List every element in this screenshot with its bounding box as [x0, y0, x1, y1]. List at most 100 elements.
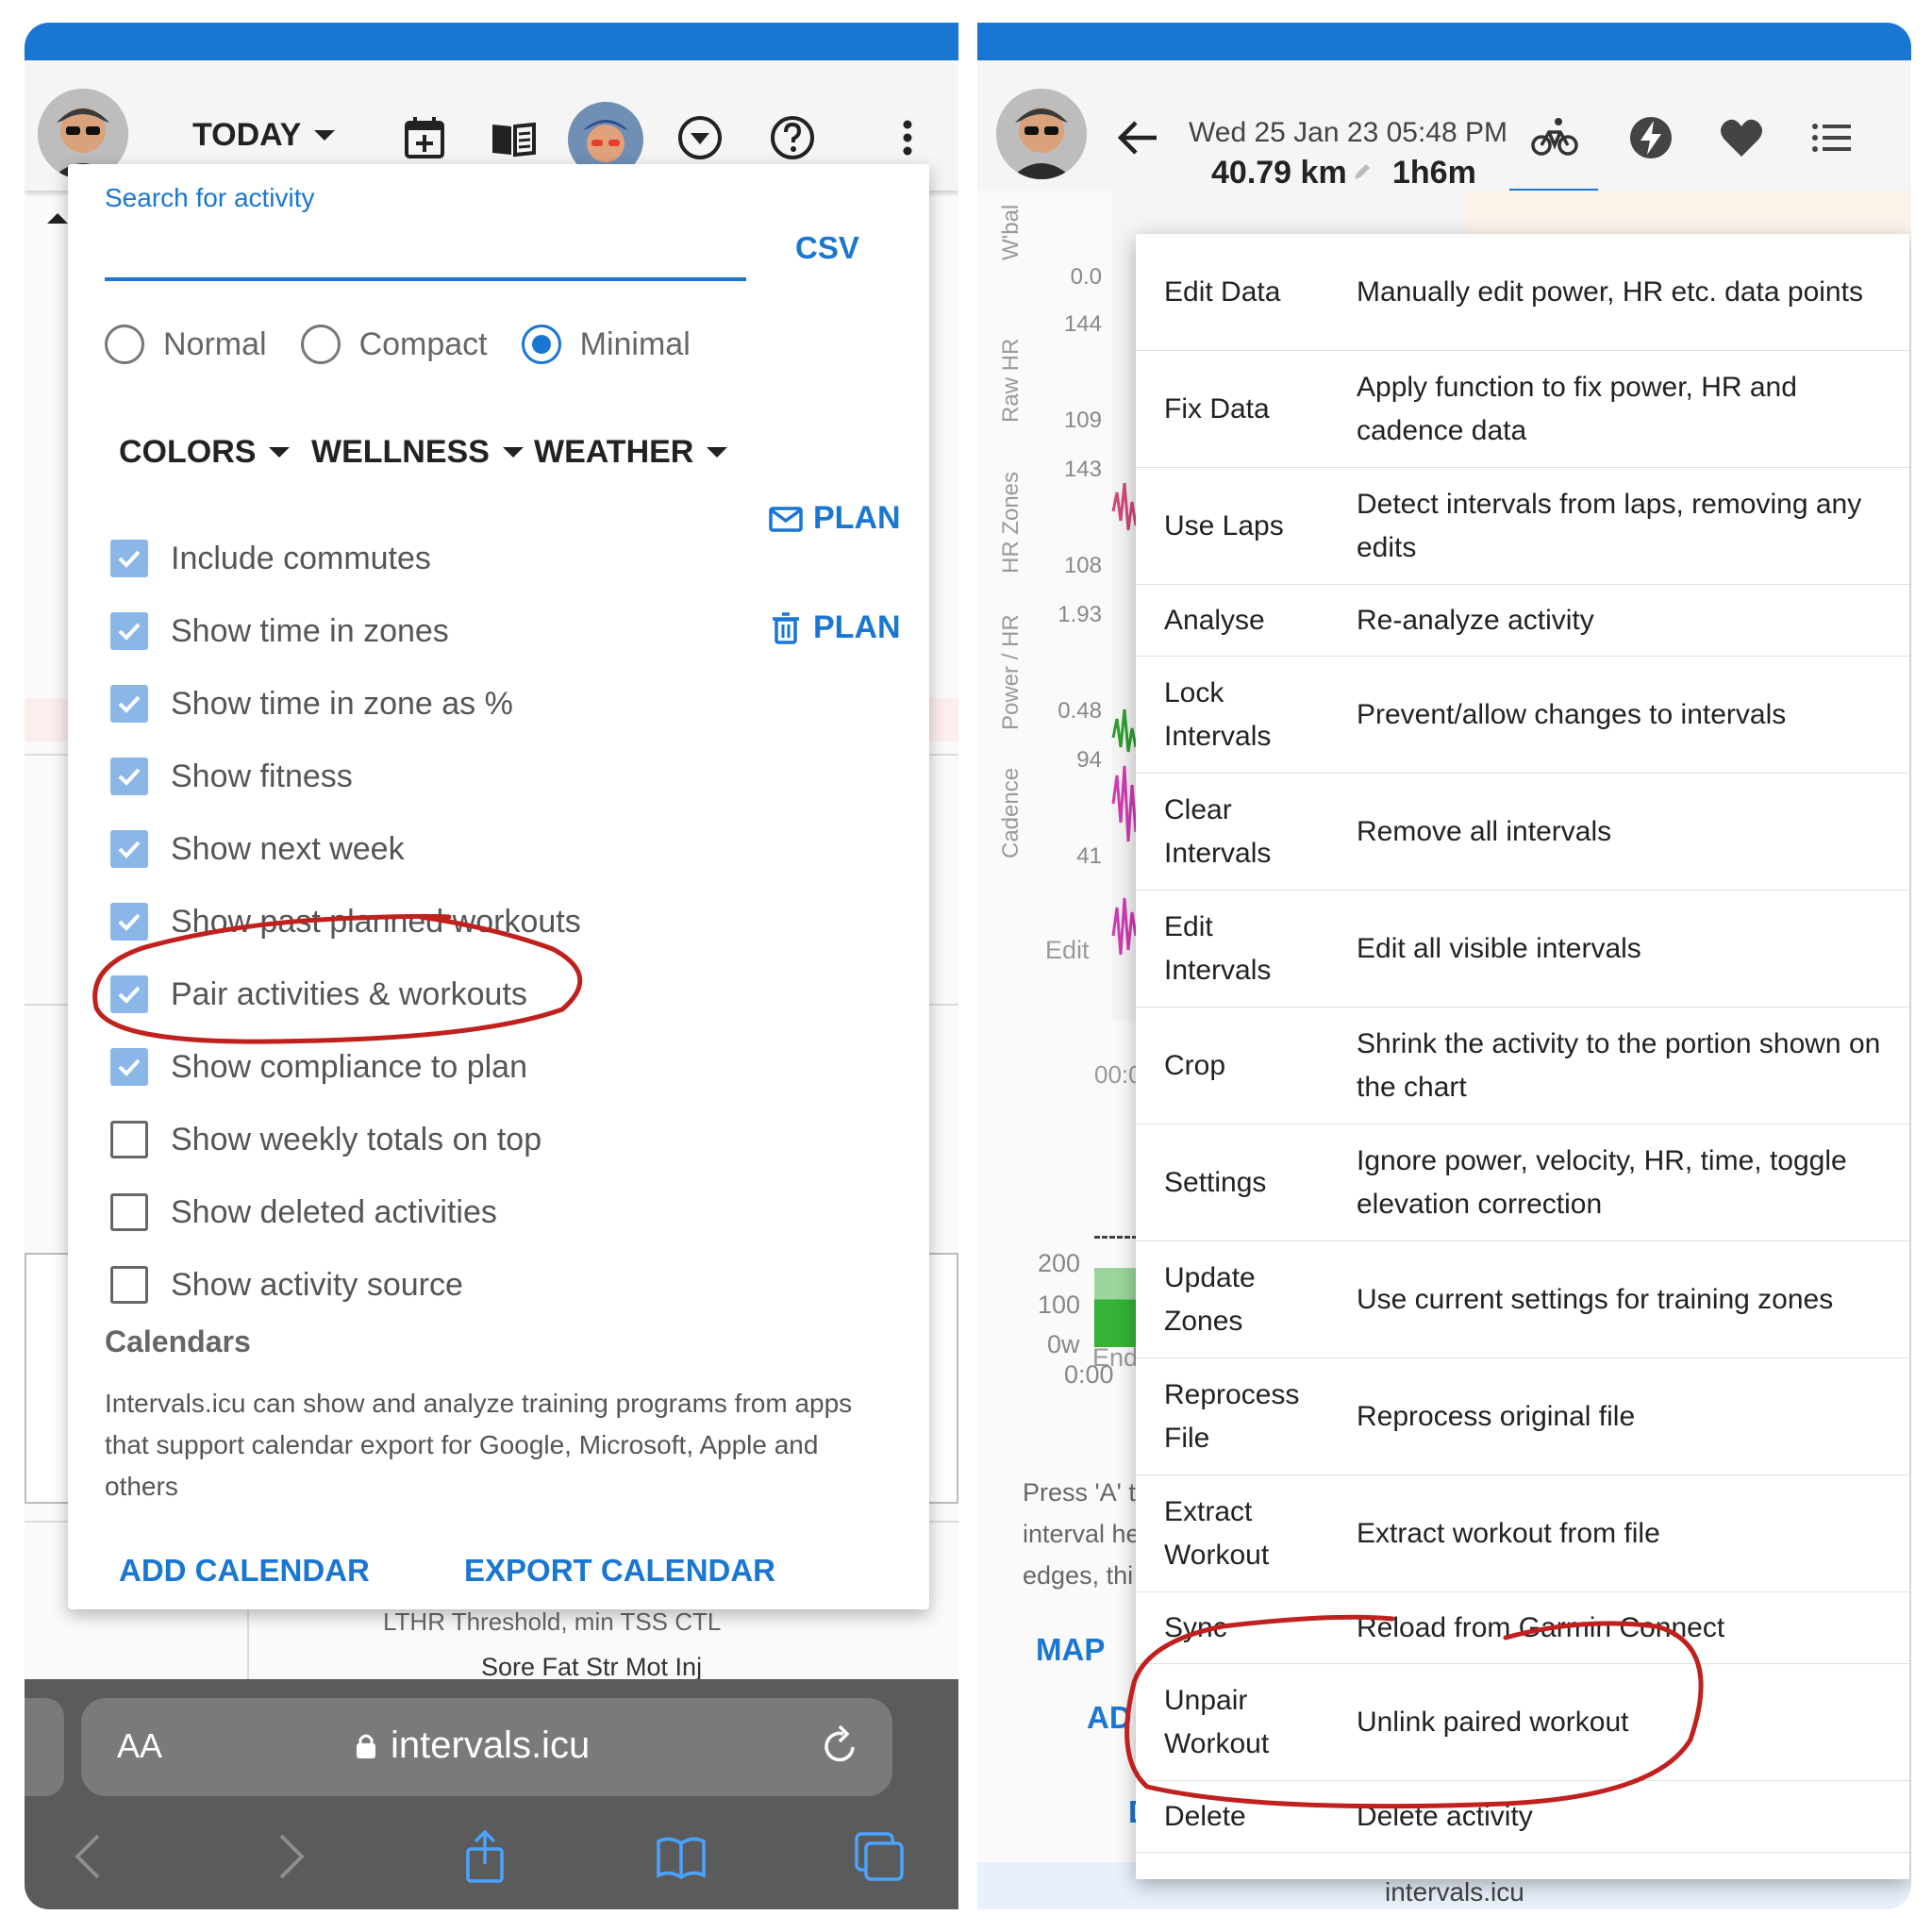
menu-item-description: Delete activity: [1357, 1801, 1533, 1832]
option-checkbox-row[interactable]: Show time in zones: [110, 612, 449, 650]
menu-item-label: Edit Data: [1164, 276, 1281, 308]
menu-item-label: Lock Intervals: [1164, 677, 1272, 752]
menu-item[interactable]: Reprocess File Reprocess original file: [1136, 1358, 1909, 1475]
status-bar: [25, 23, 958, 60]
search-input-label: Search for activity: [105, 183, 315, 212]
menu-item-description: Re-analyze activity: [1357, 605, 1594, 636]
list-icon[interactable]: [1806, 111, 1858, 164]
checkbox-checked-icon: [110, 685, 148, 723]
menu-item[interactable]: Fix Data Apply function to fix power, HR …: [1136, 351, 1909, 468]
axis-tick: 41: [1076, 843, 1102, 869]
tabs-icon[interactable]: [851, 1828, 908, 1885]
share-icon[interactable]: [457, 1828, 513, 1885]
filter-circle-icon[interactable]: [674, 111, 726, 164]
option-checkbox-row[interactable]: Include commutes: [110, 540, 431, 577]
back-arrow-icon[interactable]: [1111, 111, 1164, 164]
activity-datetime: Wed 25 Jan 23 05:48 PM: [1189, 117, 1507, 148]
export-calendar-button[interactable]: EXPORT CALENDAR: [464, 1553, 775, 1589]
radio-normal[interactable]: Normal: [105, 325, 267, 364]
menu-item[interactable]: Clear Intervals Remove all intervals: [1136, 774, 1909, 891]
option-checkbox-row[interactable]: Show next week: [110, 830, 405, 868]
menu-item[interactable]: Use Laps Detect intervals from laps, remo…: [1136, 468, 1909, 585]
edit-pencil-icon[interactable]: [1351, 160, 1374, 183]
option-label: Show time in zone as %: [171, 685, 513, 722]
add-event-icon[interactable]: [398, 111, 451, 164]
csv-button[interactable]: CSV: [795, 230, 859, 266]
menu-item-description: Detect intervals from laps, removing any…: [1357, 489, 1862, 563]
axis-tick: 108: [1063, 553, 1102, 578]
option-checkbox-row[interactable]: Show compliance to plan: [110, 1048, 527, 1086]
url-text: intervals.icu: [391, 1724, 591, 1766]
menu-item[interactable]: Sync Reload from Garmin Connect: [1136, 1592, 1909, 1664]
menu-item-label: Delete: [1164, 1801, 1246, 1832]
weather-menu-button[interactable]: WEATHER: [534, 434, 728, 471]
option-checkbox-row[interactable]: Show time in zone as %: [110, 685, 513, 723]
address-bar[interactable]: AA intervals.icu: [81, 1698, 892, 1796]
wbal-axis-label: W'bal: [998, 204, 1024, 260]
radio-minimal[interactable]: Minimal: [521, 325, 691, 364]
option-checkbox-row[interactable]: Pair activities & workouts: [110, 975, 527, 1013]
menu-item[interactable]: Analyse Re-analyze activity: [1136, 585, 1909, 657]
search-underline: [105, 277, 746, 281]
option-checkbox-row[interactable]: Show fitness: [110, 758, 353, 795]
today-dropdown[interactable]: TODAY: [192, 117, 336, 154]
checkbox-checked-icon: [110, 758, 148, 795]
power-tick: 0w: [1047, 1330, 1080, 1358]
add-calendar-button[interactable]: ADD CALENDAR: [119, 1553, 370, 1589]
option-checkbox-row[interactable]: Show weekly totals on top: [110, 1121, 541, 1158]
option-label: Show next week: [171, 830, 405, 867]
wellness-menu-button[interactable]: WELLNESS: [311, 434, 524, 471]
forward-icon[interactable]: [260, 1828, 317, 1885]
bike-icon[interactable]: [1528, 111, 1581, 164]
menu-item-label: Sync: [1164, 1612, 1227, 1643]
menu-item[interactable]: Extract Workout Extract workout from file: [1136, 1475, 1909, 1592]
previous-tab-pill[interactable]: [25, 1698, 64, 1796]
plan-label: PLAN: [813, 609, 901, 645]
power-time-tick: 0:00: [1064, 1360, 1114, 1389]
menu-item[interactable]: Crop Shrink the activity to the portion s…: [1136, 1008, 1909, 1124]
menu-item-description: Shrink the activity to the portion shown…: [1357, 1028, 1881, 1103]
help-icon[interactable]: [766, 111, 819, 164]
bookmarks-icon[interactable]: [653, 1828, 709, 1885]
menu-item[interactable]: Lock Intervals Prevent/allow changes to i…: [1136, 657, 1909, 774]
option-checkbox-row[interactable]: Show deleted activities: [110, 1193, 497, 1231]
menu-item-label: Update Zones: [1164, 1262, 1256, 1337]
back-icon[interactable]: [62, 1828, 119, 1885]
radio-minimal-label: Minimal: [579, 325, 691, 362]
power-zone-bar: [1094, 1268, 1138, 1347]
power-bolt-icon[interactable]: [1624, 111, 1677, 164]
menu-item[interactable]: Delete Delete activity: [1136, 1781, 1909, 1853]
chevron-down-icon: [314, 130, 336, 141]
text-size-button[interactable]: AA: [117, 1726, 162, 1766]
search-input[interactable]: [105, 221, 746, 277]
add-button-partial[interactable]: AD: [1087, 1700, 1132, 1736]
option-checkbox-row[interactable]: Show past planned workouts: [110, 903, 581, 941]
library-book-icon[interactable]: [487, 111, 540, 164]
map-button[interactable]: MAP: [1036, 1632, 1105, 1668]
menu-item[interactable]: Settings Ignore power, velocity, HR, time…: [1136, 1124, 1909, 1241]
menu-item-label: Settings: [1164, 1167, 1267, 1198]
status-bar: [977, 23, 1911, 60]
user-avatar[interactable]: [996, 89, 1087, 179]
option-checkbox-row[interactable]: Show activity source: [110, 1266, 463, 1304]
radio-compact[interactable]: Compact: [300, 325, 488, 364]
option-label: Include commutes: [171, 540, 431, 576]
checkbox-checked-icon: [110, 830, 148, 868]
checkbox-unchecked-icon: [110, 1193, 148, 1231]
more-vert-icon[interactable]: [881, 111, 934, 164]
checkbox-unchecked-icon: [110, 1266, 148, 1304]
delete-plan-button[interactable]: PLAN: [768, 609, 901, 646]
activity-actions-menu: Edit Data Manually edit power, HR etc. da…: [1136, 234, 1909, 1879]
menu-item[interactable]: Edit Data Manually edit power, HR etc. da…: [1136, 234, 1909, 351]
option-label: Pair activities & workouts: [171, 975, 527, 1012]
left-screenshot: TODAY LTHR Threshold, min TSS CTL Sore F…: [25, 23, 958, 1909]
colors-menu-button[interactable]: COLORS: [119, 434, 291, 471]
heart-icon[interactable]: [1715, 111, 1768, 164]
reload-icon[interactable]: [815, 1721, 864, 1770]
menu-item[interactable]: Edit Intervals Edit all visible intervals: [1136, 891, 1909, 1008]
menu-item[interactable]: Update Zones Use current settings for tra…: [1136, 1241, 1909, 1358]
email-plan-button[interactable]: PLAN: [768, 500, 901, 537]
menu-item[interactable]: Unpair Workout Unlink paired workout: [1136, 1664, 1909, 1781]
wellness-label: WELLNESS: [311, 434, 490, 470]
radio-normal-label: Normal: [163, 325, 267, 362]
